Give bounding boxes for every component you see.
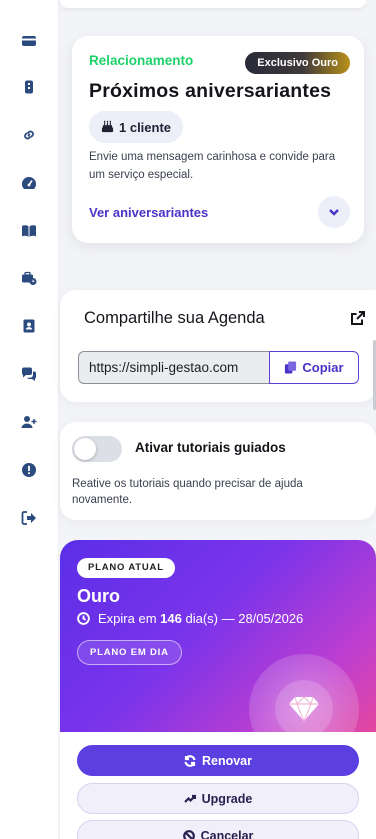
days-remaining: 146 [160,611,182,626]
tutorial-toggle[interactable] [72,436,122,462]
diamond-icon [289,696,319,723]
birthdays-card: Relacionamento Exclusivo Ouro Próximos a… [72,36,364,243]
toggle-knob [74,438,96,460]
card-description: Envie uma mensagem carinhosa e convide p… [89,151,336,181]
upgrade-button[interactable]: Upgrade [77,783,359,814]
briefcase-clock-icon[interactable] [19,268,39,288]
renew-button[interactable]: Renovar [77,745,359,776]
copy-button[interactable]: Copiar [269,351,359,384]
category-label: Relacionamento [89,53,194,68]
tutorial-toggle-label: Ativar tutoriais guiados [135,440,286,455]
card-icon[interactable] [19,31,39,51]
chevron-down-icon [329,209,339,216]
plan-banner: PLANO ATUAL Ouro Expira em 146 dia(s) — … [60,540,376,764]
badge-icon[interactable] [19,77,39,97]
exclusive-badge: Exclusivo Ouro [245,52,350,74]
upgrade-label: Upgrade [201,791,253,806]
link-icon[interactable] [19,125,39,145]
plan-name: Ouro [77,586,120,606]
plan-status-badge: PLANO EM DIA [77,640,182,665]
alert-icon[interactable] [19,460,39,480]
tutorial-description: Reative os tutoriais quando precisar de … [72,478,303,506]
contact-card-icon[interactable] [19,316,39,336]
copy-icon [285,361,297,374]
external-link-icon[interactable] [350,310,366,326]
share-agenda-card: Compartilhe sua Agenda Copiar [60,290,376,402]
plan-expiration: Expira em 146 dia(s) — 28/05/2026 [77,611,303,626]
copy-button-label: Copiar [302,360,344,375]
ban-icon [182,829,195,839]
expand-button[interactable] [318,196,350,228]
share-title: Compartilhe sua Agenda [84,309,265,327]
view-birthdays-link[interactable]: Ver aniversariantes [89,205,208,220]
card-title: Próximos aniversariantes [89,80,332,102]
main-content: Relacionamento Exclusivo Ouro Próximos a… [60,0,376,839]
agenda-url-field[interactable] [78,351,270,384]
app-screen: Relacionamento Exclusivo Ouro Próximos a… [0,0,376,839]
book-icon[interactable] [19,221,39,241]
clock-icon [77,612,90,625]
client-count-pill: 1 cliente [89,111,184,143]
current-plan-badge: PLANO ATUAL [77,558,175,578]
chat-icon[interactable] [19,364,39,384]
logout-icon[interactable] [19,508,39,528]
trending-up-icon [183,794,196,803]
renew-label: Renovar [201,753,253,768]
client-count: 1 cliente [119,119,172,135]
refresh-icon [184,754,196,767]
cake-icon [101,118,114,137]
plan-card: PLANO ATUAL Ouro Expira em 146 dia(s) — … [60,540,376,839]
previous-card-edge [60,0,366,8]
cancel-button[interactable]: Cancelar [77,820,359,839]
tutorial-card: Ativar tutoriais guiados Reative os tuto… [60,422,376,520]
dashboard-gauge-icon[interactable] [19,173,39,193]
sidebar [0,0,59,839]
expiration-text: Expira em 146 dia(s) — 28/05/2026 [98,611,304,626]
cancel-label: Cancelar [200,828,254,839]
plan-actions: Renovar Upgrade Cancelar [60,732,376,839]
add-user-icon[interactable] [19,412,39,432]
